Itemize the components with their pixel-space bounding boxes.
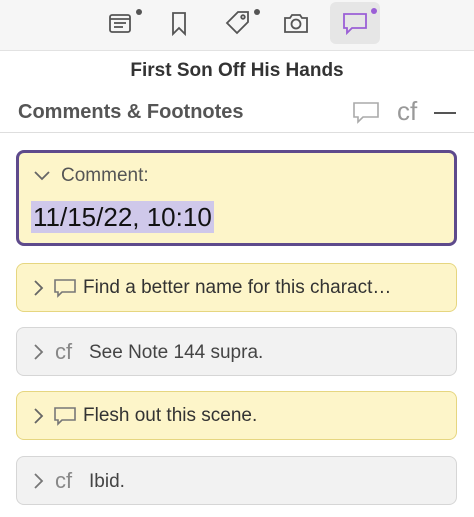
bookmark-icon: [172, 12, 186, 37]
comment-text-editor[interactable]: 11/15/22, 10:10: [31, 201, 214, 233]
footnote-text: See Note 144 supra.: [89, 342, 264, 363]
notes-icon: [109, 14, 131, 33]
chevron-right-icon[interactable]: [31, 279, 45, 297]
comment-icon: [54, 407, 76, 426]
comment-text: Flesh out this scene.: [83, 405, 258, 426]
collapse-section-icon[interactable]: [434, 112, 456, 114]
section-title: Comments & Footnotes: [18, 101, 244, 123]
add-comment-icon[interactable]: [351, 99, 381, 127]
footnote-card[interactable]: cf Ibid.: [16, 456, 457, 505]
chevron-right-icon[interactable]: [31, 472, 45, 490]
snapshots-button[interactable]: [271, 2, 321, 44]
chevron-right-icon[interactable]: [31, 343, 45, 361]
add-footnote-button[interactable]: cf: [397, 96, 417, 127]
comment-icon: [54, 279, 76, 298]
comments-section-header: Comments & Footnotes cf: [0, 92, 474, 133]
footnote-card[interactable]: cf See Note 144 supra.: [16, 327, 457, 376]
footnote-text: Ibid.: [89, 471, 125, 492]
comment-icon: [343, 13, 367, 36]
bookmarks-button[interactable]: [154, 2, 204, 44]
chevron-down-icon[interactable]: [33, 169, 51, 183]
chevron-right-icon[interactable]: [31, 407, 45, 425]
inspector-toolbar: [0, 0, 474, 51]
camera-icon: [284, 14, 308, 33]
footnote-symbol: cf: [55, 339, 73, 364]
keywords-indicator-dot: [254, 9, 260, 15]
comments-indicator-dot: [371, 8, 377, 14]
tag-icon: [225, 11, 249, 35]
comment-label: Comment:: [61, 165, 149, 186]
notes-indicator-dot: [136, 9, 142, 15]
comment-card-expanded[interactable]: Comment: 11/15/22, 10:10: [16, 150, 457, 246]
document-title: First Son Off His Hands: [130, 60, 344, 81]
comment-text: Find a better name for this charact…: [83, 277, 392, 298]
comment-card[interactable]: Find a better name for this charact…: [16, 263, 457, 312]
footnote-symbol: cf: [55, 468, 73, 493]
comment-card[interactable]: Flesh out this scene.: [16, 391, 457, 440]
